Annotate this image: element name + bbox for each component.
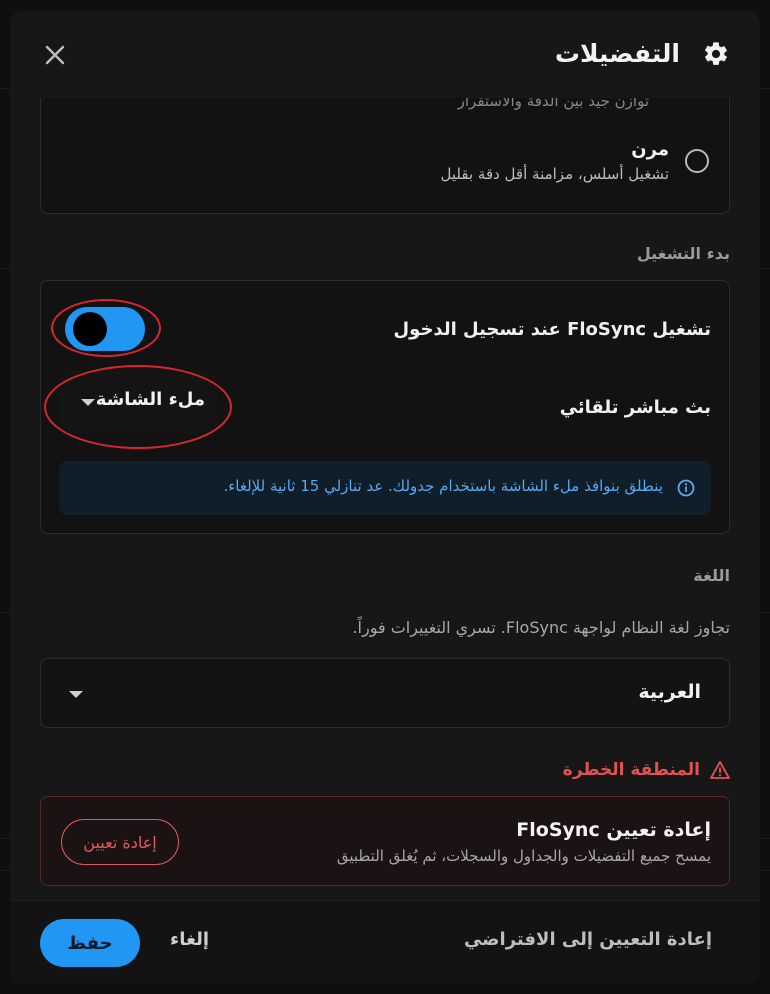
danger-zone-card: إعادة تعيين FloSync يمسح جميع التفضيلات …: [40, 796, 730, 886]
dialog-title: التفضيلات: [554, 39, 680, 68]
sync-option-description-cutoff: توازن جيد بين الدقة والاستقرار: [457, 98, 649, 110]
autocast-select[interactable]: ملء الشاشة: [59, 371, 217, 435]
sync-option-flexible[interactable]: مرن تشغيل أسلس، مزامنة أقل دقة بقليل: [39, 129, 729, 189]
close-icon: [45, 45, 65, 65]
sync-option-title: مرن: [631, 139, 669, 160]
sync-option-description: تشغيل أسلس، مزامنة أقل دقة بقليل: [440, 165, 669, 183]
language-section-label: اللغة: [693, 566, 730, 585]
gear-icon: [705, 42, 727, 65]
autocast-info-banner: ينطلق بنوافذ ملء الشاشة باستخدام جدولك. …: [59, 461, 711, 515]
language-select[interactable]: العربية: [40, 658, 730, 728]
startup-card: تشغيل FloSync عند تسجيل الدخول بث مباشر …: [40, 280, 730, 534]
info-icon: [677, 479, 695, 497]
danger-zone-label: المنطقة الخطرة: [562, 760, 700, 780]
close-button[interactable]: [40, 40, 70, 70]
language-hint: تجاوز لغة النظام لواجهة FloSync. تسري ال…: [352, 618, 730, 637]
warning-icon: [710, 761, 730, 779]
radio-button[interactable]: [685, 149, 709, 173]
cancel-button[interactable]: إلغاء: [170, 929, 209, 950]
chevron-down-icon: [69, 691, 83, 698]
dialog-header: التفضيلات: [10, 10, 760, 98]
reset-app-title: إعادة تعيين FloSync: [516, 819, 711, 841]
chevron-down-icon: [81, 399, 95, 406]
dialog-footer: حفظ إلغاء إعادة التعيين إلى الافتراضي: [10, 900, 760, 984]
startup-section-label: بدء التشغيل: [636, 244, 730, 263]
reset-app-button[interactable]: إعادة تعيين: [61, 819, 179, 865]
autostart-toggle[interactable]: [65, 307, 145, 351]
sync-mode-card: توازن جيد بين الدقة والاستقرار مرن تشغيل…: [40, 98, 730, 214]
dialog-content: توازن جيد بين الدقة والاستقرار مرن تشغيل…: [10, 98, 760, 910]
reset-default-button[interactable]: إعادة التعيين إلى الافتراضي: [464, 929, 712, 950]
autocast-label: بث مباشر تلقائي: [559, 397, 711, 418]
autostart-label: تشغيل FloSync عند تسجيل الدخول: [393, 319, 711, 340]
autocast-selected-value: ملء الشاشة: [95, 389, 205, 410]
preferences-dialog: التفضيلات توازن جيد بين الدقة والاستقرار…: [10, 10, 760, 984]
toggle-knob: [73, 312, 107, 346]
language-selected-value: العربية: [638, 681, 701, 703]
info-text: ينطلق بنوافذ ملء الشاشة باستخدام جدولك. …: [223, 477, 663, 495]
save-button[interactable]: حفظ: [40, 919, 140, 967]
reset-app-description: يمسح جميع التفضيلات والجداول والسجلات، ث…: [336, 847, 711, 865]
